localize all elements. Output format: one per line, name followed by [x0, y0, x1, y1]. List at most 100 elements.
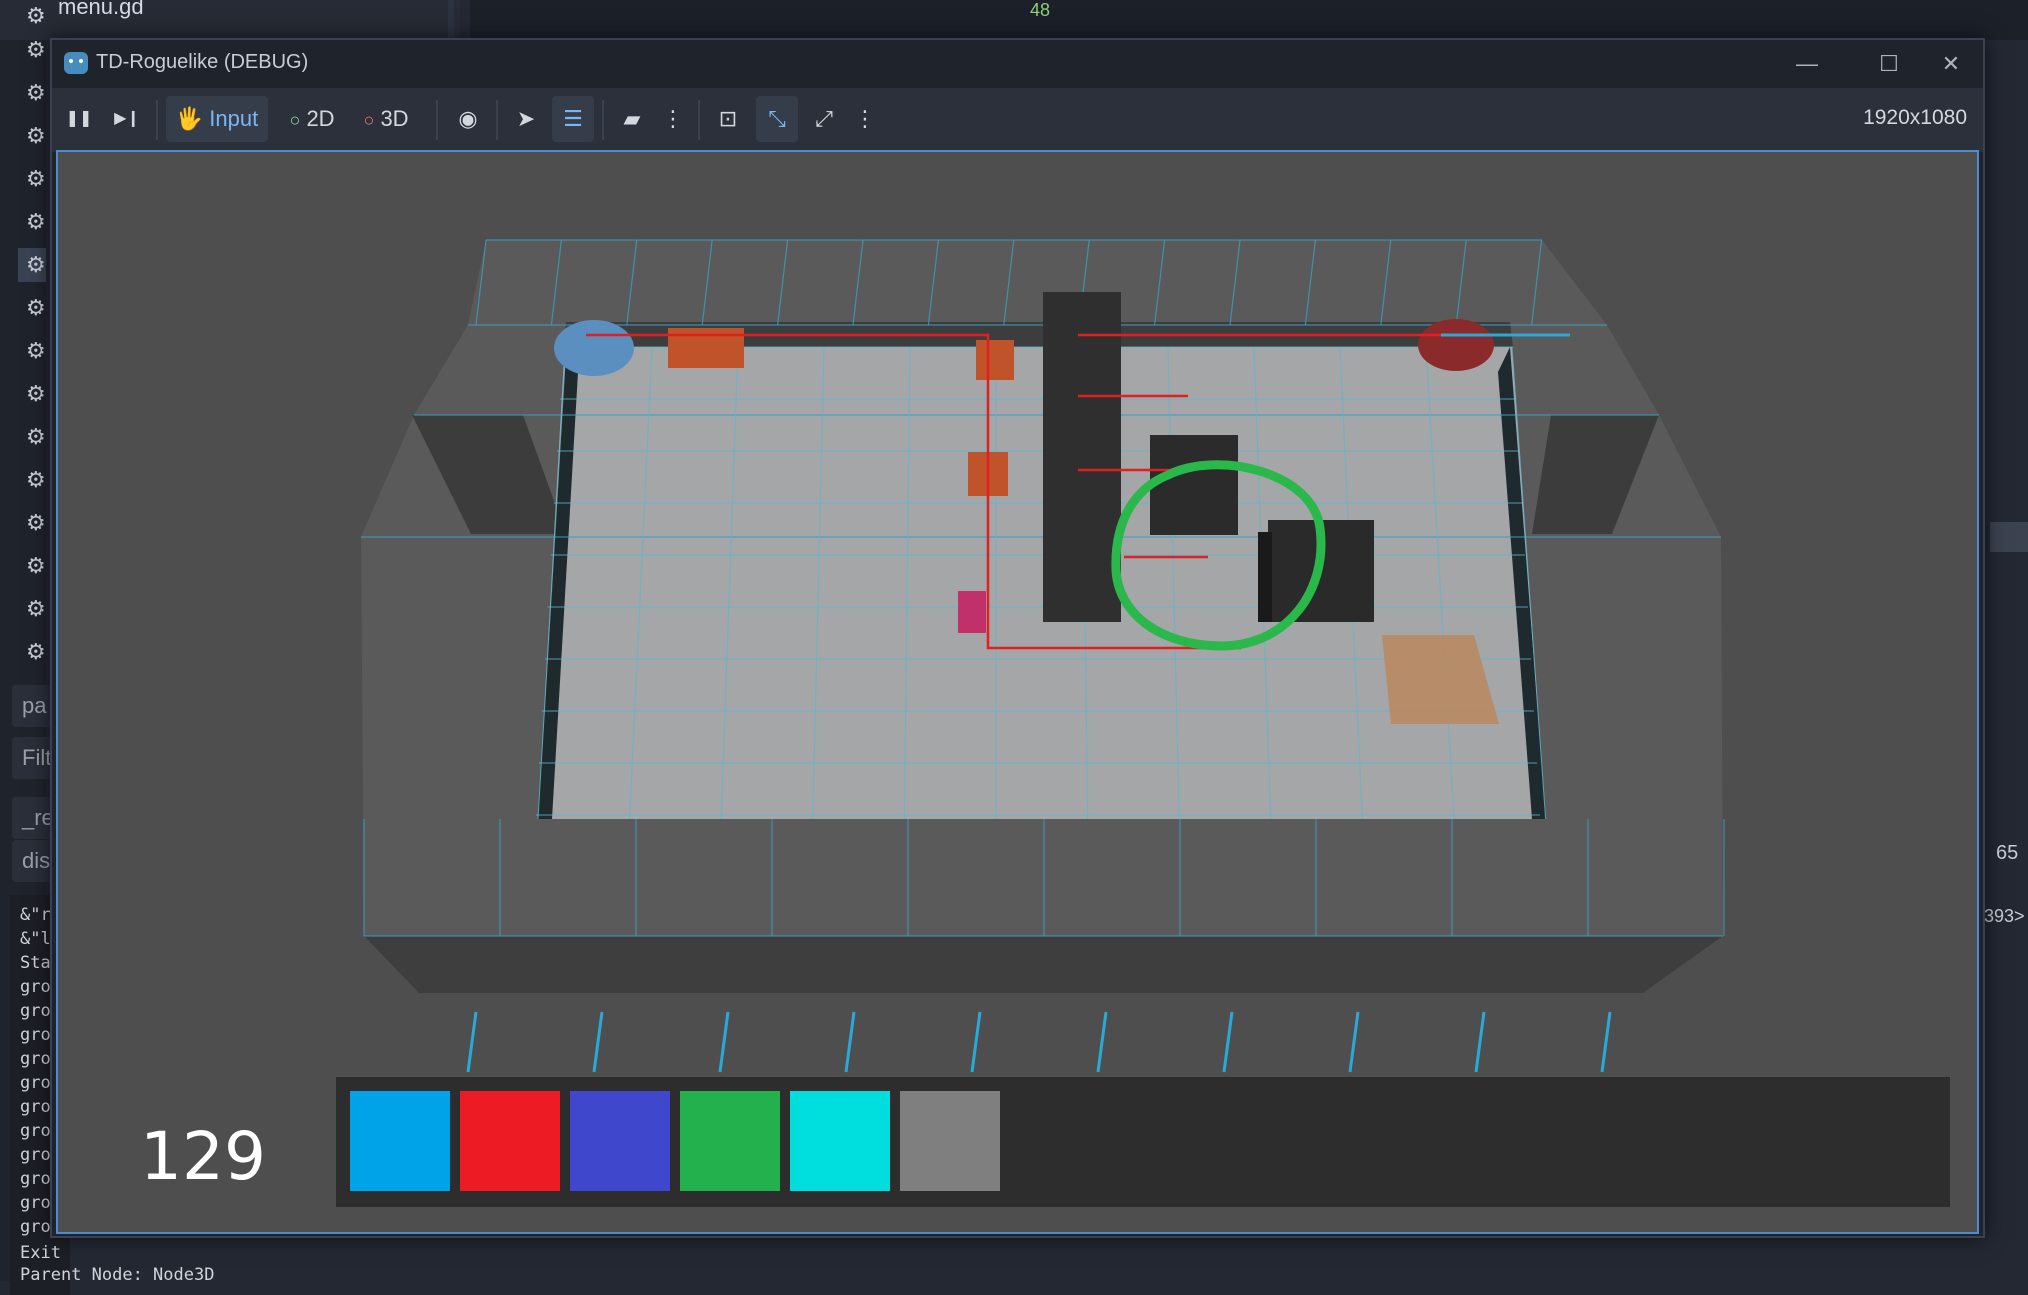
pause-button[interactable]: ❚❚ — [58, 96, 100, 142]
hotbar-slot-cyan[interactable] — [790, 1091, 890, 1191]
wall-tick — [1222, 1011, 1234, 1073]
console-line: gro — [20, 1001, 51, 1021]
toolbar-separator — [698, 100, 700, 140]
exit-portal-red — [1418, 319, 1494, 371]
fit-icon[interactable]: ⤡ — [756, 96, 798, 142]
side-field-3[interactable]: dis — [12, 840, 52, 882]
select-icon[interactable]: ➤ — [506, 96, 546, 142]
hotbar-slot-blue[interactable] — [350, 1091, 450, 1191]
console-line: gro — [20, 1217, 51, 1237]
line-number: 48 — [1030, 0, 1051, 20]
console-parent-line: Parent Node: Node3D — [20, 1265, 215, 1285]
wall-front-face — [364, 936, 1723, 993]
gear-icon[interactable]: ⚙ — [26, 598, 46, 620]
wall-tick — [1474, 1011, 1486, 1073]
console-line: gro — [20, 977, 51, 997]
focus-icon[interactable]: ⊡ — [708, 96, 748, 142]
gear-icon[interactable]: ⚙ — [26, 469, 46, 491]
gear-icon[interactable]: ⚙ — [26, 82, 46, 104]
godot-icon — [64, 52, 88, 74]
game-viewport[interactable]: 129 — [56, 150, 1979, 1234]
enemy-unit — [958, 591, 986, 633]
console-line: gro — [20, 1145, 51, 1165]
score-counter: 129 — [140, 1118, 266, 1195]
gear-icon[interactable]: ⚙ — [26, 211, 46, 233]
3d-label: 3D — [380, 106, 409, 131]
debug-toolbar: ❚❚ ▶❙ 🖐 Input ○ 2D ○ 3D ◉ ➤ ☰ ▰ ⋮ ⊡ ⤡ ⤢ … — [52, 88, 1983, 152]
eye-icon[interactable]: ◉ — [448, 96, 488, 142]
right-panel-number: 65 — [1996, 842, 2019, 864]
right-panel-tag: 393> — [1984, 906, 2025, 926]
console-line: gro — [20, 1025, 51, 1045]
gear-icon[interactable]: ⚙ — [26, 426, 46, 448]
title-bar[interactable]: TD-Roguelike (DEBUG) — ☐ ✕ — [52, 40, 1983, 88]
2d-button[interactable]: ○ 2D — [280, 96, 344, 142]
hotbar-slot-indigo[interactable] — [570, 1091, 670, 1191]
wall-ticks — [466, 1011, 1612, 1073]
wall-tick — [592, 1011, 604, 1073]
more-icon[interactable]: ⋮ — [658, 96, 688, 142]
gear-icon[interactable]: ⚙ — [26, 39, 46, 61]
gear-icon[interactable]: ⚙ — [26, 254, 46, 276]
right-panel-highlight — [1990, 522, 2028, 552]
close-button[interactable]: ✕ — [1929, 46, 1973, 82]
gear-icon[interactable]: ⚙ — [26, 512, 46, 534]
side-field-2[interactable]: _re — [12, 797, 54, 839]
toolbar-separator — [156, 100, 158, 140]
gear-icon[interactable]: ⚙ — [26, 125, 46, 147]
camera-icon[interactable]: ▰ — [612, 96, 652, 142]
list-select-icon[interactable]: ☰ — [552, 96, 594, 142]
wall-tick — [970, 1011, 982, 1073]
filter-field[interactable]: Filt — [12, 737, 52, 779]
file-name[interactable]: menu.gd — [58, 0, 144, 20]
gear-icon[interactable]: ⚙ — [26, 297, 46, 319]
console-line: Sta — [20, 953, 51, 973]
gear-icon[interactable]: ⚙ — [26, 168, 46, 190]
toolbar-separator — [602, 100, 604, 140]
game-scene[interactable] — [58, 152, 1979, 1234]
tower-block — [1150, 435, 1238, 535]
gear-icon[interactable]: ⚙ — [26, 383, 46, 405]
next-frame-button[interactable]: ▶❙ — [106, 96, 148, 142]
2d-label: 2D — [306, 106, 335, 131]
toolbar-separator — [496, 100, 498, 140]
more-icon[interactable]: ⋮ — [850, 96, 880, 142]
3d-button[interactable]: ○ 3D — [354, 96, 418, 142]
2d-icon: ○ — [289, 110, 301, 130]
side-field-0[interactable]: pa — [12, 685, 52, 727]
game-floor — [538, 322, 1546, 819]
hotbar-slot-gray[interactable] — [900, 1091, 1000, 1191]
hotbar-slot-red[interactable] — [460, 1091, 560, 1191]
maximize-button[interactable]: ☐ — [1867, 46, 1911, 82]
gear-icon[interactable]: ⚙ — [26, 555, 46, 577]
game-window[interactable]: TD-Roguelike (DEBUG) — ☐ ✕ ❚❚ ▶❙ 🖐 Input… — [50, 38, 1985, 1238]
tower-column — [1043, 292, 1121, 622]
gear-icon: ⚙ — [26, 3, 46, 28]
gear-icon[interactable]: ⚙ — [26, 340, 46, 362]
tower-hotbar — [336, 1077, 1950, 1207]
console-exit-line: Exit — [20, 1243, 61, 1263]
wall-tick — [1348, 1011, 1360, 1073]
panel-divider[interactable] — [448, 0, 454, 40]
minimize-button[interactable]: — — [1785, 46, 1829, 82]
toolbar-separator — [436, 100, 438, 140]
console-line: gro — [20, 1121, 51, 1141]
wall-tick — [844, 1011, 856, 1073]
resolution-label: 1920x1080 — [1863, 106, 1967, 129]
wall-tick — [718, 1011, 730, 1073]
file-tree-row[interactable]: ⚙ menu.gd — [0, 0, 460, 40]
console-line: &"r — [20, 905, 51, 925]
console-line: &"l — [20, 929, 51, 949]
input-label: Input — [209, 106, 259, 131]
code-editor[interactable]: 48 — [470, 0, 2028, 40]
input-button[interactable]: 🖐 Input — [166, 96, 268, 142]
console-line: gro — [20, 1073, 51, 1093]
fullscreen-icon[interactable]: ⤢ — [804, 96, 844, 142]
crate — [976, 340, 1014, 380]
console-line: gro — [20, 1193, 51, 1213]
3d-icon: ○ — [363, 110, 375, 130]
gear-icon[interactable]: ⚙ — [26, 641, 46, 663]
input-icon: 🖐 — [175, 106, 204, 131]
hotbar-slot-green[interactable] — [680, 1091, 780, 1191]
wall-tick — [1096, 1011, 1108, 1073]
